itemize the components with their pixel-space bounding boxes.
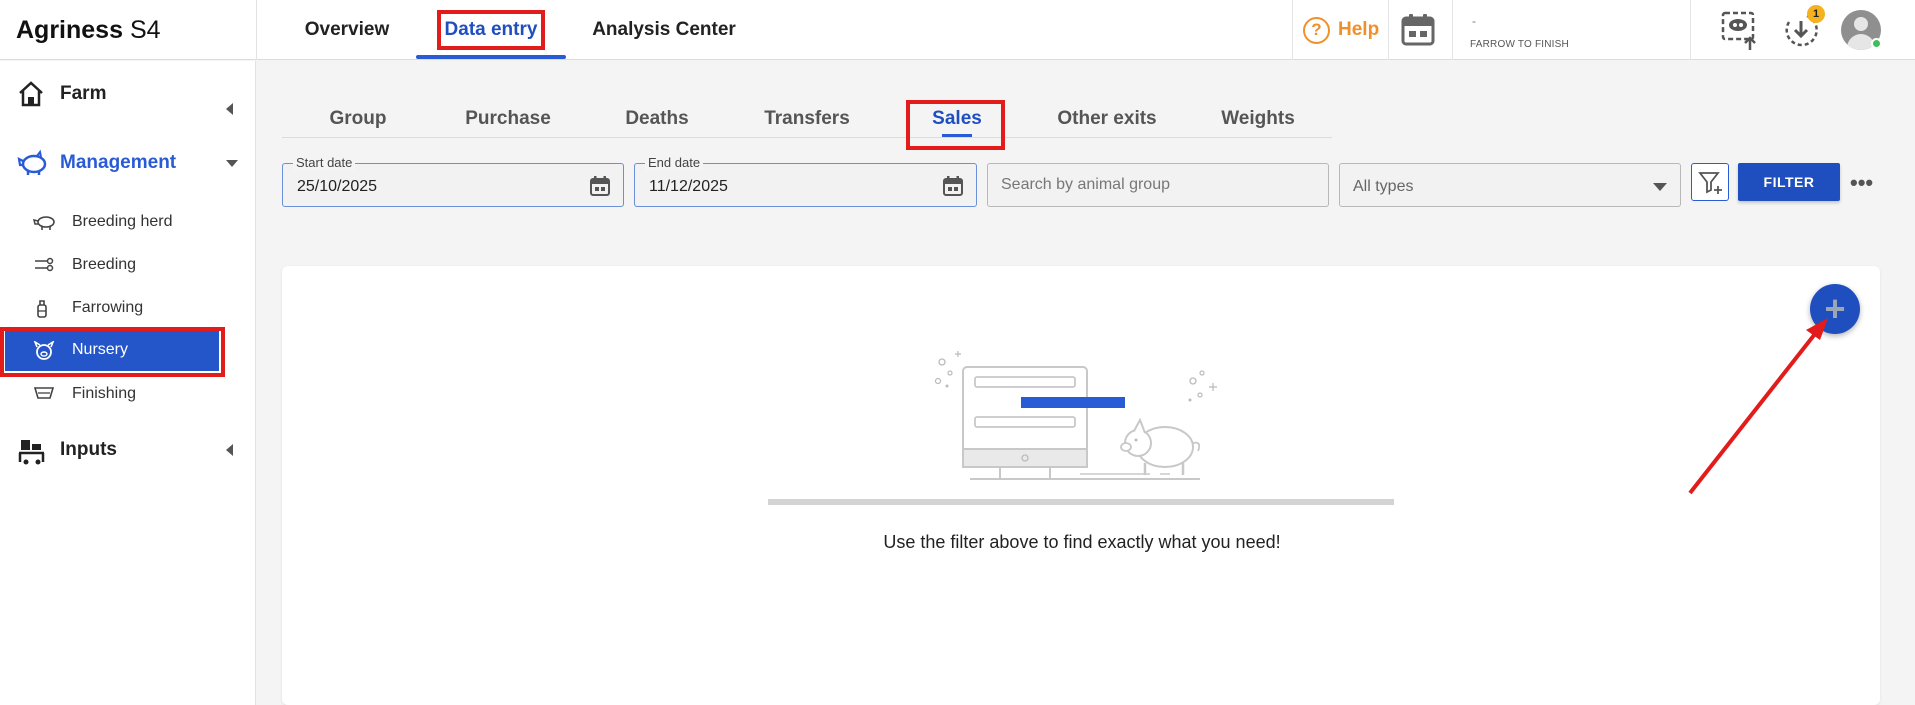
type-select-value: All types [1353, 178, 1414, 195]
search-input[interactable] [988, 164, 1328, 206]
sidebar-section-management[interactable]: Management [0, 143, 256, 183]
home-icon [19, 81, 43, 107]
sidebar-section-label: Management [60, 152, 177, 173]
bottle-icon [37, 300, 47, 318]
help-icon: ? [1303, 16, 1330, 44]
divider [1292, 0, 1293, 60]
calendar-icon[interactable] [589, 175, 611, 197]
tabs-divider [282, 137, 1332, 138]
filter-add-icon [1698, 172, 1722, 194]
feeder-icon [33, 387, 55, 399]
sidebar-item-label: Farrowing [72, 299, 144, 316]
add-filter-button[interactable] [1691, 163, 1729, 201]
farm-mode[interactable]: FARROW TO FINISH [1470, 39, 1569, 50]
online-status-dot [1871, 38, 1882, 49]
chevron-down-icon [1653, 183, 1667, 191]
empty-state-message: Use the filter above to find exactly wha… [883, 532, 1281, 552]
nav-overview[interactable]: Overview [288, 0, 406, 60]
sow-icon [33, 216, 55, 230]
chevron-down-icon [226, 160, 238, 167]
highlight-box [0, 327, 225, 377]
highlight-box [437, 10, 545, 50]
divider [1452, 0, 1453, 60]
sidebar-item-label: Breeding herd [72, 213, 173, 230]
pig-icon [17, 149, 47, 175]
empty-state-divider [768, 499, 1394, 505]
more-options-icon[interactable]: ••• [1850, 172, 1873, 194]
sidebar-section-label: Inputs [60, 439, 117, 460]
nav-active-underline [416, 55, 566, 59]
chevron-left-icon [226, 103, 233, 115]
nav-analysis-center[interactable]: Analysis Center [580, 0, 748, 60]
sidebar-item-label: Breeding [72, 256, 137, 273]
breeding-icon [35, 257, 54, 272]
end-date-value[interactable]: 11/12/2025 [649, 178, 728, 196]
divider [1388, 0, 1389, 60]
sidebar-section-farm[interactable]: Farm [0, 74, 256, 115]
notification-badge: 1 [1807, 5, 1825, 23]
end-date-field[interactable]: End date 11/12/2025 [634, 155, 977, 207]
filter-button[interactable]: FILTER [1738, 163, 1840, 201]
highlight-box [906, 100, 1005, 150]
brand-logo[interactable]: Agriness S4 [16, 16, 161, 45]
start-date-field[interactable]: Start date 25/10/2025 [282, 155, 624, 207]
tab-group[interactable]: Group [314, 104, 402, 134]
help-button[interactable]: ? Help [1303, 14, 1379, 46]
farm-name[interactable]: - [1472, 14, 1476, 28]
sidebar-section-inputs[interactable]: Inputs [0, 430, 256, 470]
arrow-annotation [1688, 318, 1828, 495]
sidebar-item-finishing[interactable]: Finishing [0, 373, 256, 415]
top-header: Agriness S4 Overview Data entry Analysis… [0, 0, 1915, 60]
calendar-icon[interactable] [1400, 13, 1436, 47]
type-select[interactable]: All types [1339, 163, 1681, 207]
tab-deaths[interactable]: Deaths [612, 104, 702, 134]
help-label: Help [1338, 19, 1380, 40]
divider [1690, 0, 1691, 60]
start-date-label: Start date [293, 155, 356, 170]
divider [256, 0, 257, 60]
start-date-value[interactable]: 25/10/2025 [297, 178, 377, 196]
sidebar-item-breeding[interactable]: Breeding [0, 244, 256, 286]
chevron-left-icon [226, 444, 233, 456]
sidebar-section-label: Farm [60, 83, 107, 104]
sidebar-item-breeding-herd[interactable]: Breeding herd [0, 201, 256, 243]
tab-transfers[interactable]: Transfers [754, 104, 860, 134]
tab-other-exits[interactable]: Other exits [1048, 104, 1166, 134]
sidebar: Farm Management Breeding herd Breeding F… [0, 61, 256, 705]
screen-share-icon[interactable] [1720, 10, 1758, 50]
sidebar-item-farrowing[interactable]: Farrowing [0, 287, 256, 329]
calendar-icon[interactable] [942, 175, 964, 197]
tab-weights[interactable]: Weights [1212, 104, 1304, 134]
tab-purchase[interactable]: Purchase [458, 104, 558, 134]
empty-state-illustration [934, 351, 1217, 480]
cart-icon [18, 440, 45, 465]
sidebar-item-label: Finishing [72, 385, 137, 402]
search-field[interactable] [987, 163, 1329, 207]
end-date-label: End date [645, 155, 704, 170]
